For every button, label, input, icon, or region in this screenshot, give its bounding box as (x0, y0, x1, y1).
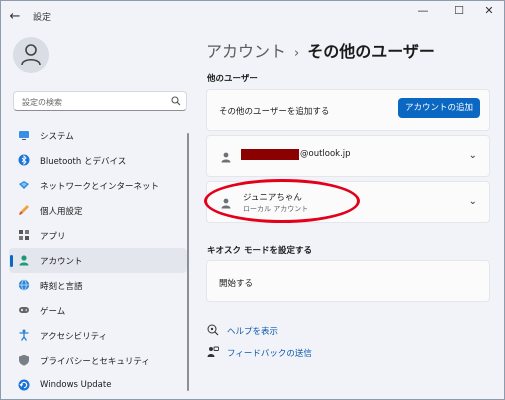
avatar[interactable] (13, 37, 49, 73)
sidebar-item-label: 個人用設定 (40, 207, 83, 217)
maximize-button[interactable]: ☐ (443, 1, 475, 23)
kiosk-heading: キオスク モードを設定する (207, 246, 312, 256)
minimize-button[interactable]: — (407, 1, 439, 23)
bluetooth-icon (18, 154, 30, 166)
sidebar-item-label: アクセシビリティ (40, 332, 108, 342)
sidebar-item-windows-update[interactable]: Windows Update (9, 373, 187, 398)
brush-icon (19, 205, 29, 215)
sidebar-item-system[interactable]: システム (9, 123, 187, 148)
search-input[interactable] (20, 94, 174, 110)
app-title: 設定 (33, 13, 52, 23)
account-icon (19, 255, 29, 266)
sidebar-item-label: アプリ (40, 232, 66, 242)
feedback-icon (207, 346, 219, 357)
chevron-down-icon[interactable]: ⌄ (469, 150, 477, 161)
chevron-down-icon[interactable]: ⌄ (469, 196, 477, 207)
sidebar-item-accounts[interactable]: アカウント (9, 248, 187, 273)
shield-icon (19, 354, 29, 366)
user-icon (221, 152, 231, 163)
sidebar-item-network[interactable]: ネットワークとインターネット (9, 173, 187, 198)
add-user-label: その他のユーザーを追加する (219, 107, 330, 117)
title-bar: ← 設定 — ☐ ✕ (1, 1, 504, 33)
accessibility-icon (19, 329, 29, 341)
sidebar-item-label: 時刻と言語 (40, 282, 83, 292)
sidebar-scrollbar[interactable] (187, 133, 189, 391)
sidebar-item-label: システム (40, 132, 74, 142)
sidebar-item-label: アカウント (40, 257, 83, 267)
person-icon (21, 44, 41, 66)
other-users-heading: 他のユーザー (207, 74, 258, 84)
page-title: その他のユーザー (307, 42, 435, 61)
help-link-label[interactable]: ヘルプを表示 (227, 325, 278, 337)
kiosk-start-label: 開始する (219, 279, 254, 289)
sidebar-item-accessibility[interactable]: アクセシビリティ (9, 323, 187, 348)
redacted-email-mask (241, 149, 299, 160)
breadcrumb-separator: › (294, 46, 300, 61)
update-icon (18, 379, 30, 391)
sidebar-item-label: Windows Update (40, 380, 112, 390)
annotation-ellipse (204, 179, 360, 223)
network-icon (19, 181, 29, 189)
user-email-suffix: @outlook.jp (300, 149, 351, 159)
kiosk-card[interactable]: 開始する (206, 260, 490, 302)
system-icon (19, 131, 29, 140)
globe-icon (18, 279, 30, 291)
breadcrumb: アカウント › その他のユーザー (206, 38, 435, 62)
sidebar-nav: システム Bluetooth とデバイス ネットワークとインターネット 個人用設… (9, 123, 187, 398)
add-user-card: その他のユーザーを追加する アカウントの追加 (206, 89, 490, 131)
sidebar-item-label: ゲーム (40, 307, 66, 317)
sidebar-item-bluetooth[interactable]: Bluetooth とデバイス (9, 148, 187, 173)
sidebar-item-label: プライバシーとセキュリティ (40, 357, 150, 367)
breadcrumb-parent[interactable]: アカウント (206, 42, 286, 61)
sidebar-item-personalization[interactable]: 個人用設定 (9, 198, 187, 223)
back-button[interactable]: ← (7, 9, 23, 25)
sidebar-item-time-language[interactable]: 時刻と言語 (9, 273, 187, 298)
sidebar-item-label: Bluetooth とデバイス (40, 157, 127, 167)
sidebar-item-apps[interactable]: アプリ (9, 223, 187, 248)
search-box[interactable] (13, 91, 187, 111)
add-account-button[interactable]: アカウントの追加 (398, 98, 480, 118)
apps-icon (19, 230, 29, 240)
game-icon (19, 307, 29, 313)
sidebar-item-privacy[interactable]: プライバシーとセキュリティ (9, 348, 187, 373)
sidebar-item-label: ネットワークとインターネット (40, 182, 160, 192)
user-row-outlook[interactable]: @outlook.jp ⌄ (206, 135, 490, 177)
sidebar-item-gaming[interactable]: ゲーム (9, 298, 187, 323)
selection-indicator (10, 255, 13, 267)
feedback-link-label[interactable]: フィードバックの送信 (227, 347, 312, 359)
help-icon (207, 324, 219, 336)
settings-window: ← 設定 — ☐ ✕ システム Bluetooth とデ (0, 0, 505, 400)
close-window-button[interactable]: ✕ (473, 1, 504, 23)
search-icon[interactable] (171, 96, 181, 106)
